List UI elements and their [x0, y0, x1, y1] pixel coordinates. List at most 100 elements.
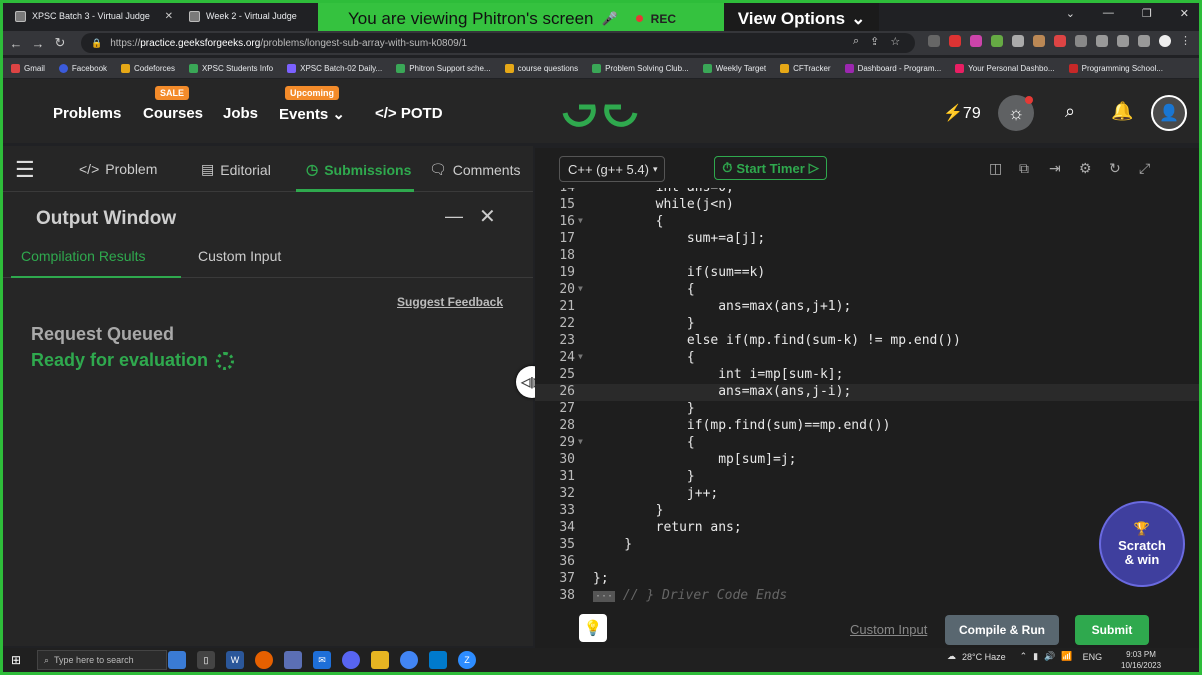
- bookmark-item[interactable]: XPSC Batch-02 Daily...: [287, 63, 382, 73]
- code-line[interactable]: 14 int ans=0;: [535, 188, 1199, 197]
- tab-compilation-results[interactable]: Compilation Results: [21, 248, 146, 264]
- code-line[interactable]: 37};: [535, 571, 1199, 588]
- lock-icon[interactable]: 🔒: [91, 38, 102, 49]
- download-icon[interactable]: [1117, 35, 1129, 47]
- bookmark-item[interactable]: Gmail: [11, 63, 45, 73]
- code-line[interactable]: 19 if(sum==k): [535, 265, 1199, 282]
- reset-icon[interactable]: ↻: [1109, 160, 1121, 177]
- user-avatar[interactable]: 👤: [1151, 95, 1187, 131]
- code-line[interactable]: 24 ▼ {: [535, 350, 1199, 367]
- tab-editorial[interactable]: ▤ Editorial: [201, 161, 271, 178]
- discord-icon[interactable]: [342, 651, 360, 669]
- code-line[interactable]: 33 }: [535, 503, 1199, 520]
- bookmark-item[interactable]: Codeforces: [121, 63, 175, 73]
- taskbar-clock[interactable]: 9:03 PM 10/16/2023: [1121, 649, 1161, 671]
- hamburger-menu-icon[interactable]: ☰: [15, 157, 35, 183]
- pen-icon[interactable]: [1075, 35, 1087, 47]
- tab-problem[interactable]: </> Problem: [79, 161, 157, 177]
- code-line[interactable]: 21 ans=max(ans,j+1);: [535, 299, 1199, 316]
- nav-potd[interactable]: </> POTD: [375, 105, 443, 122]
- weather-text[interactable]: 28°C Haze: [962, 652, 1006, 662]
- side-panel-icon[interactable]: [1138, 35, 1150, 47]
- usb-icon[interactable]: ▮: [1033, 651, 1038, 662]
- vscode-icon[interactable]: [429, 651, 447, 669]
- bookmark-item[interactable]: course questions: [504, 63, 578, 73]
- bookmark-item[interactable]: Weekly Target: [702, 63, 766, 73]
- scratch-win-button[interactable]: 🏆 Scratch & win: [1099, 501, 1185, 587]
- code-line[interactable]: 27 }: [535, 401, 1199, 418]
- address-bar[interactable]: 🔒 https:// practice.geeksforgeeks.org /p…: [81, 33, 915, 53]
- code-line[interactable]: 20 ▼ {: [535, 282, 1199, 299]
- code-line[interactable]: 26 ans=max(ans,j-i);: [535, 384, 1199, 401]
- code-line[interactable]: 22 }: [535, 316, 1199, 333]
- nav-courses[interactable]: Courses: [143, 105, 203, 122]
- language-select[interactable]: C++ (g++ 5.4) ▾: [559, 156, 665, 182]
- nav-events[interactable]: Events ⌄: [279, 105, 345, 123]
- extension-icon[interactable]: [1054, 35, 1066, 47]
- reload-icon[interactable]: ↻: [49, 35, 71, 51]
- minimize-window-icon[interactable]: —: [1103, 7, 1114, 20]
- tab-search-icon[interactable]: ⌄: [1066, 7, 1075, 20]
- puzzle-icon[interactable]: [1096, 35, 1108, 47]
- close-icon[interactable]: ✕: [479, 204, 496, 229]
- bookmark-item[interactable]: Programming School...: [1068, 63, 1163, 73]
- task-view-icon[interactable]: ▯: [197, 651, 215, 669]
- code-line[interactable]: 30 mp[sum]=j;: [535, 452, 1199, 469]
- code-line[interactable]: 25 int i=mp[sum-k];: [535, 367, 1199, 384]
- extension-icon[interactable]: [1012, 35, 1024, 47]
- bookmark-item[interactable]: Facebook: [58, 63, 107, 73]
- file-explorer-icon[interactable]: [371, 651, 389, 669]
- fold-arrow-icon[interactable]: ▼: [578, 216, 583, 225]
- chrome-icon[interactable]: [400, 651, 418, 669]
- compile-run-button[interactable]: Compile & Run: [945, 615, 1059, 645]
- menu-dots-icon[interactable]: ⋮: [1180, 35, 1192, 47]
- fullscreen-icon[interactable]: ⤢: [1139, 160, 1150, 177]
- bookmark-item[interactable]: Problem Solving Club...: [592, 63, 689, 73]
- profile-icon[interactable]: [1159, 35, 1171, 47]
- settings-gear-icon[interactable]: ⚙: [1079, 160, 1092, 177]
- chevron-up-icon[interactable]: ⌃: [1020, 651, 1028, 662]
- copy-icon[interactable]: ⧉: [1019, 160, 1029, 177]
- app-icon[interactable]: [284, 651, 302, 669]
- code-line[interactable]: 32 j++;: [535, 486, 1199, 503]
- custom-input-link[interactable]: Custom Input: [850, 622, 927, 637]
- search-icon[interactable]: ⌕: [1065, 101, 1075, 122]
- tab-custom-input[interactable]: Custom Input: [198, 248, 281, 264]
- code-line[interactable]: 17 sum+=a[j];: [535, 231, 1199, 248]
- code-line[interactable]: 38 ··· // } Driver Code Ends: [535, 588, 1199, 605]
- close-tab-icon[interactable]: ✕: [165, 11, 173, 22]
- extension-icon[interactable]: [928, 35, 940, 47]
- zoom-icon[interactable]: ⌕: [853, 35, 859, 48]
- suggest-feedback-link[interactable]: Suggest Feedback: [397, 295, 503, 309]
- code-line[interactable]: 16 ▼ {: [535, 214, 1199, 231]
- submit-button[interactable]: Submit: [1075, 615, 1149, 645]
- code-line[interactable]: 23 else if(mp.find(sum-k) != mp.end()): [535, 333, 1199, 350]
- bookmark-item[interactable]: XPSC Students Info: [188, 63, 273, 73]
- import-icon[interactable]: ⇥: [1049, 160, 1061, 177]
- browser-tab-xpsc-batch3[interactable]: XPSC Batch 3 - Virtual Judge ✕: [9, 5, 179, 27]
- tab-submissions[interactable]: ◷ Submissions: [306, 161, 411, 178]
- nav-jobs[interactable]: Jobs: [223, 105, 258, 122]
- bookmark-star-icon[interactable]: ☆: [890, 35, 900, 48]
- theme-toggle-button[interactable]: ☼: [998, 95, 1034, 131]
- forward-icon[interactable]: →: [27, 36, 49, 51]
- bookmark-item[interactable]: CFTracker: [780, 63, 831, 73]
- close-window-icon[interactable]: ✕: [1180, 7, 1189, 20]
- zoom-app-icon[interactable]: Z: [458, 651, 476, 669]
- extension-icon[interactable]: [991, 35, 1003, 47]
- wifi-icon[interactable]: 📶: [1061, 651, 1072, 662]
- gfg-logo-icon[interactable]: [561, 93, 639, 133]
- code-line[interactable]: 29 ▼ {: [535, 435, 1199, 452]
- taskbar-search[interactable]: ⌕ Type here to search: [37, 650, 167, 670]
- bookmark-item[interactable]: Your Personal Dashbo...: [955, 63, 1055, 73]
- code-line[interactable]: 18: [535, 248, 1199, 265]
- extension-icon[interactable]: [1033, 35, 1045, 47]
- bookmark-item[interactable]: Phitron Support sche...: [396, 63, 491, 73]
- lightbulb-icon[interactable]: 💡: [579, 614, 607, 642]
- maximize-window-icon[interactable]: ❐: [1142, 7, 1152, 20]
- back-icon[interactable]: ←: [5, 36, 27, 51]
- code-line[interactable]: 31 }: [535, 469, 1199, 486]
- nav-problems[interactable]: Problems: [53, 105, 121, 122]
- widgets-icon[interactable]: [168, 651, 186, 669]
- extension-icon[interactable]: [949, 35, 961, 47]
